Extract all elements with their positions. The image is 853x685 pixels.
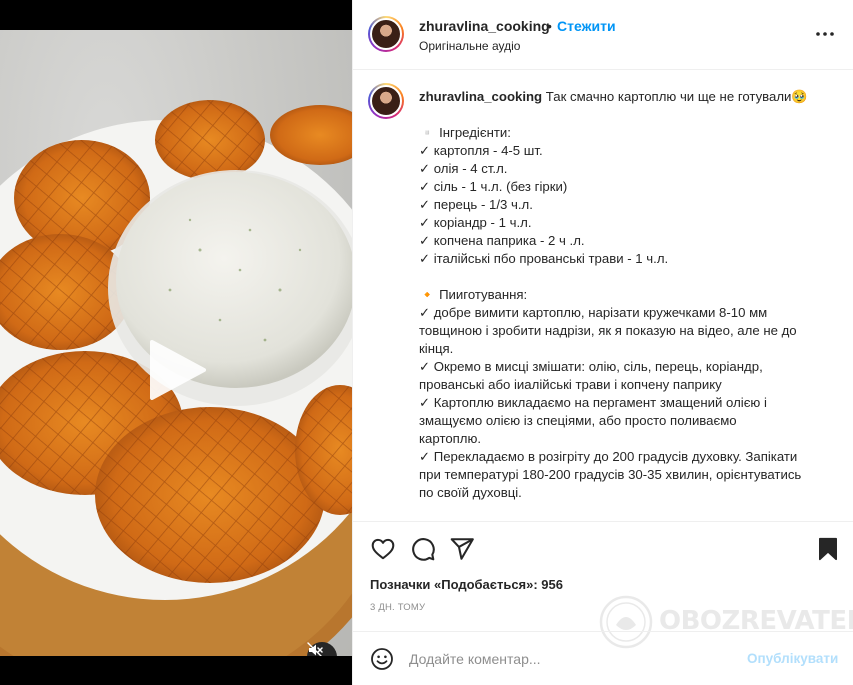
caption-line: кінця. bbox=[419, 341, 454, 356]
follow-button[interactable]: Стежити bbox=[557, 18, 616, 34]
author-username[interactable]: zhuravlina_cooking bbox=[419, 18, 550, 34]
caption-first-line: zhuravlina_cooking Так смачно картоплю ч… bbox=[419, 88, 839, 106]
caption-line: при температурі 180-200 градусів 30-35 х… bbox=[419, 467, 802, 482]
video-player[interactable] bbox=[0, 30, 352, 656]
caption-line: прованські або іиалійські трави і копчен… bbox=[419, 377, 722, 392]
likes-count[interactable]: Позначки «Подобається»: 956 bbox=[370, 577, 563, 592]
caption-line: ✓ добре вимити картоплю, нарізати кружеч… bbox=[419, 305, 768, 320]
save-button[interactable] bbox=[815, 536, 841, 562]
caption-line: ✓ перець - 1/3 ч.л. bbox=[419, 197, 533, 212]
caption-line: ✓ Окремо в мисці змішати: олію, сіль, пе… bbox=[419, 359, 763, 374]
avatar[interactable] bbox=[368, 16, 404, 52]
post-modal: zhuravlina_cooking • Стежити Оригінальне… bbox=[0, 0, 853, 685]
emoji-button[interactable] bbox=[370, 647, 394, 671]
audio-label[interactable]: Оригінальне аудіо bbox=[419, 39, 520, 53]
caption-line: ✓ Картоплю викладаємо на пергамент змаще… bbox=[419, 395, 767, 410]
publish-button[interactable]: Опублікувати bbox=[747, 651, 838, 666]
caption-line: по своїй духовці. bbox=[419, 485, 522, 500]
separator-dot: • bbox=[547, 18, 552, 34]
heart-icon bbox=[371, 538, 395, 560]
share-icon bbox=[450, 538, 474, 560]
post-timestamp[interactable]: 3 ДН. ТОМУ bbox=[370, 602, 425, 613]
mute-icon bbox=[307, 642, 323, 656]
caption-gap bbox=[419, 106, 839, 124]
caption-line: ✓ картопля - 4-5 шт. bbox=[419, 143, 543, 158]
emoji-icon bbox=[371, 648, 393, 670]
caption-line: ✓ копчена паприка - 2 ч .л. bbox=[419, 233, 585, 248]
comment-composer: Опублікувати bbox=[353, 631, 853, 685]
bookmark-icon bbox=[819, 537, 837, 561]
post-side-panel: zhuravlina_cooking • Стежити Оригінальне… bbox=[352, 0, 853, 685]
caption-line: змащуємо олією із спеціями, або просто п… bbox=[419, 413, 737, 428]
comment-button[interactable] bbox=[410, 536, 436, 562]
caption-section: zhuravlina_cooking Так смачно картоплю ч… bbox=[353, 71, 853, 519]
action-bar: Позначки «Подобається»: 956 3 ДН. ТОМУ O… bbox=[353, 521, 853, 649]
caption-avatar[interactable] bbox=[368, 83, 404, 119]
like-button[interactable] bbox=[370, 536, 396, 562]
caption-line: ✓ Перекладаємо в розігріту до 200 градус… bbox=[419, 449, 798, 464]
caption-line: 🔸 Пииготування: bbox=[419, 287, 528, 302]
caption-line: товщиною і зробити надрізи, як я показую… bbox=[419, 323, 797, 338]
more-options-icon bbox=[816, 32, 834, 36]
comment-icon bbox=[412, 538, 435, 561]
caption-line: ✓ італійські пбо прованські трави - 1 ч.… bbox=[419, 251, 669, 266]
more-options-button[interactable] bbox=[815, 22, 835, 46]
caption-gap bbox=[419, 268, 839, 286]
comment-input[interactable] bbox=[409, 644, 729, 674]
play-button[interactable] bbox=[148, 338, 208, 402]
share-button[interactable] bbox=[449, 536, 475, 562]
caption-line: ✓ олія - 4 ст.л. bbox=[419, 161, 508, 176]
caption-line: ✓ коріандр - 1 ч.л. bbox=[419, 215, 532, 230]
caption-line: картоплю. bbox=[419, 431, 482, 446]
caption-text: zhuravlina_cooking Так смачно картоплю ч… bbox=[419, 88, 839, 502]
caption-line: ✓ сіль - 1 ч.л. (без гірки) bbox=[419, 179, 568, 194]
play-icon bbox=[150, 340, 206, 400]
caption-username[interactable]: zhuravlina_cooking bbox=[419, 89, 542, 104]
post-header: zhuravlina_cooking • Стежити Оригінальне… bbox=[353, 0, 853, 70]
caption-intro: Так смачно картоплю чи ще не готували🥹 bbox=[545, 89, 808, 104]
caption-line: ▫️ Інгредієнти: bbox=[419, 125, 511, 140]
